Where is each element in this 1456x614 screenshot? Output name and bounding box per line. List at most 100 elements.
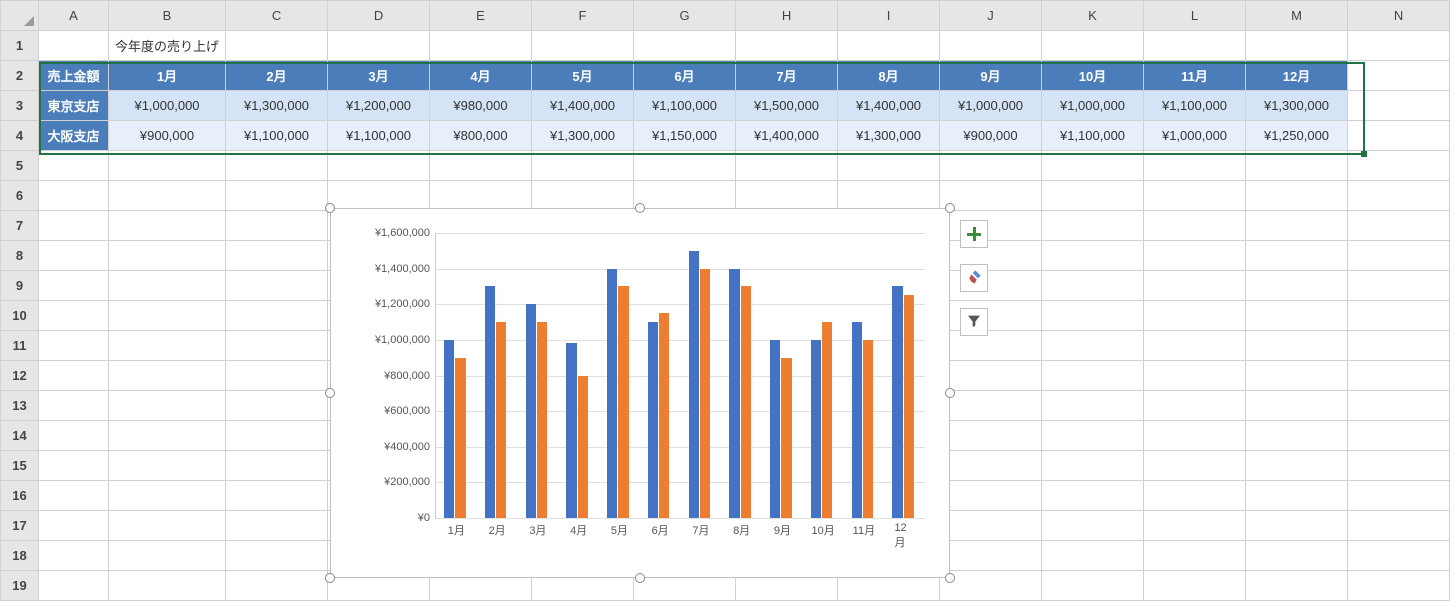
cell-H3[interactable]: ¥1,500,000	[736, 91, 838, 121]
bar-大阪支店-12月[interactable]	[904, 295, 914, 518]
cell-K3[interactable]: ¥1,000,000	[1042, 91, 1144, 121]
cell-K15[interactable]	[1042, 451, 1144, 481]
col-header-M[interactable]: M	[1246, 1, 1348, 31]
cell-D3[interactable]: ¥1,200,000	[328, 91, 430, 121]
cell-F6[interactable]	[532, 181, 634, 211]
cell-M19[interactable]	[1246, 571, 1348, 601]
row-header-19[interactable]: 19	[1, 571, 39, 601]
cell-I4[interactable]: ¥1,300,000	[838, 121, 940, 151]
cell-G3[interactable]: ¥1,100,000	[634, 91, 736, 121]
cell-J1[interactable]	[940, 31, 1042, 61]
cell-N19[interactable]	[1348, 571, 1450, 601]
cell-E2[interactable]: 4月	[430, 61, 532, 91]
row-header-9[interactable]: 9	[1, 271, 39, 301]
cell-H4[interactable]: ¥1,400,000	[736, 121, 838, 151]
col-header-A[interactable]: A	[39, 1, 109, 31]
bar-大阪支店-1月[interactable]	[455, 358, 465, 518]
bar-東京支店-2月[interactable]	[485, 286, 495, 518]
cell-B18[interactable]	[109, 541, 226, 571]
cell-H5[interactable]	[736, 151, 838, 181]
cell-B8[interactable]	[109, 241, 226, 271]
col-header-C[interactable]: C	[226, 1, 328, 31]
cell-N18[interactable]	[1348, 541, 1450, 571]
cell-C6[interactable]	[226, 181, 328, 211]
cell-L1[interactable]	[1144, 31, 1246, 61]
cell-E4[interactable]: ¥800,000	[430, 121, 532, 151]
cell-K17[interactable]	[1042, 511, 1144, 541]
cell-C3[interactable]: ¥1,300,000	[226, 91, 328, 121]
cell-A18[interactable]	[39, 541, 109, 571]
cell-E1[interactable]	[430, 31, 532, 61]
cell-G2[interactable]: 6月	[634, 61, 736, 91]
row-header-18[interactable]: 18	[1, 541, 39, 571]
cell-C7[interactable]	[226, 211, 328, 241]
bar-大阪支店-7月[interactable]	[700, 269, 710, 518]
cell-A4[interactable]: 大阪支店	[39, 121, 109, 151]
col-header-F[interactable]: F	[532, 1, 634, 31]
cell-B9[interactable]	[109, 271, 226, 301]
cell-M5[interactable]	[1246, 151, 1348, 181]
row-header-10[interactable]: 10	[1, 301, 39, 331]
cell-M17[interactable]	[1246, 511, 1348, 541]
cell-K1[interactable]	[1042, 31, 1144, 61]
cell-C19[interactable]	[226, 571, 328, 601]
cell-B11[interactable]	[109, 331, 226, 361]
cell-M16[interactable]	[1246, 481, 1348, 511]
col-header-H[interactable]: H	[736, 1, 838, 31]
cell-M6[interactable]	[1246, 181, 1348, 211]
cell-N2[interactable]	[1348, 61, 1450, 91]
cell-G4[interactable]: ¥1,150,000	[634, 121, 736, 151]
cell-L19[interactable]	[1144, 571, 1246, 601]
cell-N3[interactable]	[1348, 91, 1450, 121]
cell-G1[interactable]	[634, 31, 736, 61]
cell-I5[interactable]	[838, 151, 940, 181]
bar-東京支店-9月[interactable]	[770, 340, 780, 518]
cell-K5[interactable]	[1042, 151, 1144, 181]
chart-styles-button[interactable]	[960, 264, 988, 292]
cell-K9[interactable]	[1042, 271, 1144, 301]
cell-I6[interactable]	[838, 181, 940, 211]
select-all-corner[interactable]	[1, 1, 39, 31]
cell-J2[interactable]: 9月	[940, 61, 1042, 91]
row-header-5[interactable]: 5	[1, 151, 39, 181]
cell-M15[interactable]	[1246, 451, 1348, 481]
cell-C18[interactable]	[226, 541, 328, 571]
cell-C2[interactable]: 2月	[226, 61, 328, 91]
cell-B17[interactable]	[109, 511, 226, 541]
cell-B4[interactable]: ¥900,000	[109, 121, 226, 151]
bar-大阪支店-3月[interactable]	[537, 322, 547, 518]
cell-N4[interactable]	[1348, 121, 1450, 151]
cell-N1[interactable]	[1348, 31, 1450, 61]
cell-K10[interactable]	[1042, 301, 1144, 331]
row-header-13[interactable]: 13	[1, 391, 39, 421]
bar-大阪支店-9月[interactable]	[781, 358, 791, 518]
row-header-15[interactable]: 15	[1, 451, 39, 481]
cell-F4[interactable]: ¥1,300,000	[532, 121, 634, 151]
cell-K4[interactable]: ¥1,100,000	[1042, 121, 1144, 151]
row-header-12[interactable]: 12	[1, 361, 39, 391]
cell-J7[interactable]	[940, 211, 1042, 241]
cell-N6[interactable]	[1348, 181, 1450, 211]
cell-K8[interactable]	[1042, 241, 1144, 271]
cell-A7[interactable]	[39, 211, 109, 241]
bar-東京支店-5月[interactable]	[607, 269, 617, 518]
cell-N5[interactable]	[1348, 151, 1450, 181]
cell-L2[interactable]: 11月	[1144, 61, 1246, 91]
cell-N16[interactable]	[1348, 481, 1450, 511]
cell-L10[interactable]	[1144, 301, 1246, 331]
bar-東京支店-4月[interactable]	[566, 343, 576, 518]
cell-K7[interactable]	[1042, 211, 1144, 241]
cell-A1[interactable]	[39, 31, 109, 61]
cell-J11[interactable]	[940, 331, 1042, 361]
cell-A8[interactable]	[39, 241, 109, 271]
cell-A9[interactable]	[39, 271, 109, 301]
resize-handle-se[interactable]	[945, 573, 955, 583]
row-header-1[interactable]: 1	[1, 31, 39, 61]
cell-N7[interactable]	[1348, 211, 1450, 241]
cell-K18[interactable]	[1042, 541, 1144, 571]
cell-L3[interactable]: ¥1,100,000	[1144, 91, 1246, 121]
cell-C12[interactable]	[226, 361, 328, 391]
cell-M18[interactable]	[1246, 541, 1348, 571]
bar-大阪支店-2月[interactable]	[496, 322, 506, 518]
cell-E6[interactable]	[430, 181, 532, 211]
